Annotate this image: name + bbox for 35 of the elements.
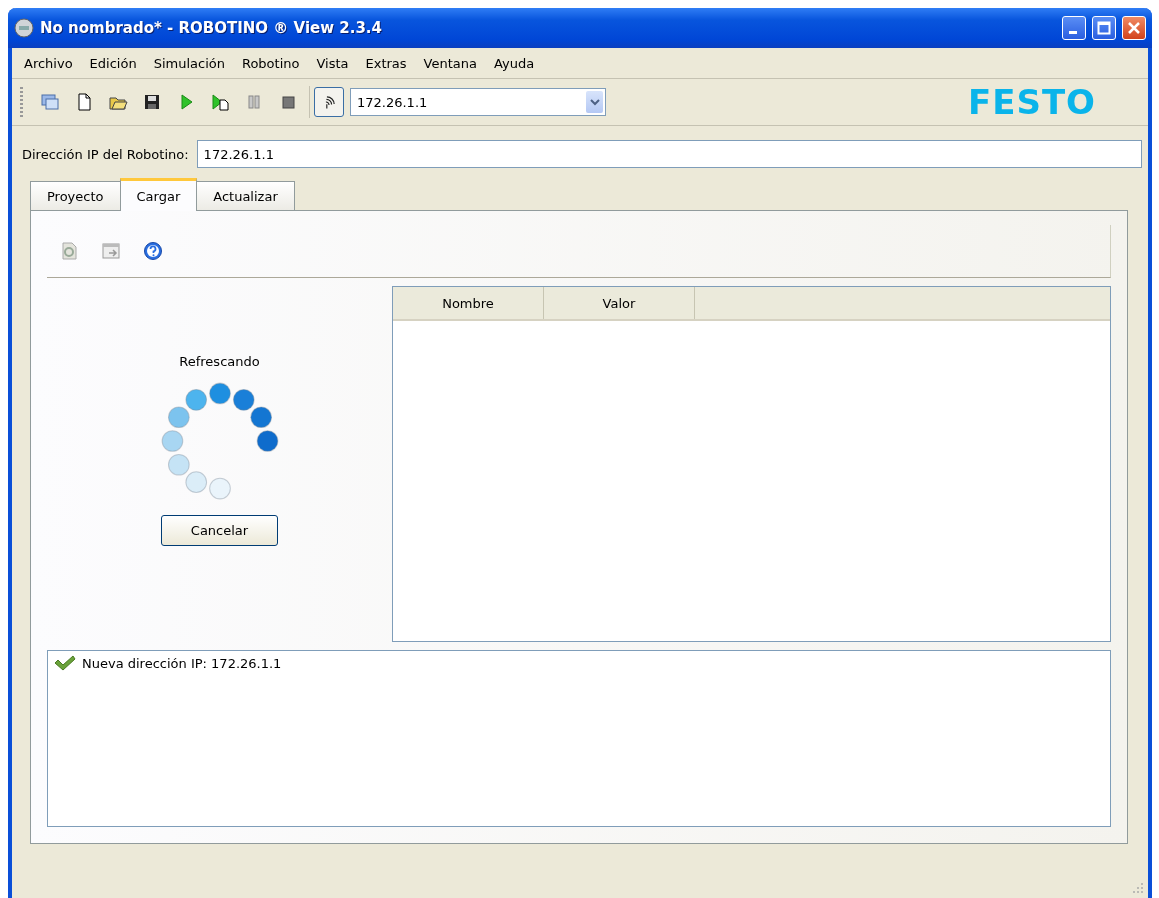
maximize-button[interactable] <box>1092 16 1116 40</box>
menu-item[interactable]: Archivo <box>18 55 84 71</box>
windows-icon[interactable] <box>40 92 60 112</box>
menu-item[interactable]: Extras <box>359 55 418 71</box>
tab[interactable]: Cargar <box>119 178 198 211</box>
close-button[interactable] <box>1122 16 1146 40</box>
menu-item[interactable]: Edición <box>83 55 148 71</box>
column-header[interactable]: Valor <box>544 287 695 319</box>
ip-label: Dirección IP del Robotino: <box>22 146 189 162</box>
log-message: Nueva dirección IP: 172.26.1.1 <box>82 655 282 671</box>
save-icon[interactable] <box>142 92 162 112</box>
chevron-down-icon <box>589 98 600 106</box>
address-dropdown[interactable]: 172.26.1.1 <box>350 88 606 116</box>
resize-grip-icon[interactable] <box>1132 882 1144 894</box>
menu-item[interactable]: Simulación <box>147 55 236 71</box>
cancel-button[interactable]: Cancelar <box>161 515 278 546</box>
menu-item[interactable]: Ventana <box>417 55 488 71</box>
column-header[interactable]: Nombre <box>393 287 544 319</box>
menu-item[interactable]: Vista <box>310 55 360 71</box>
tab[interactable]: Proyecto <box>30 181 121 210</box>
menu-item[interactable]: Ayuda <box>488 55 546 71</box>
minimize-button[interactable] <box>1062 16 1086 40</box>
wireless-button[interactable] <box>314 87 344 117</box>
close-icon <box>1127 21 1141 35</box>
minimize-icon <box>1068 30 1077 34</box>
menu-item[interactable]: Robotino <box>235 55 311 71</box>
window-title: No nombrado* - ROBOTINO ® View 2.3.4 <box>40 19 383 37</box>
ip-input-field[interactable]: 172.26.1.1 <box>196 140 1142 168</box>
status-label: Refrescando <box>179 354 260 369</box>
play-file-icon[interactable] <box>210 92 230 112</box>
tab[interactable]: Actualizar <box>196 181 295 210</box>
help-icon[interactable] <box>143 241 163 261</box>
checkmark-icon <box>54 655 76 671</box>
logo: FESTO <box>967 82 1096 122</box>
maximize-icon <box>1097 21 1111 35</box>
